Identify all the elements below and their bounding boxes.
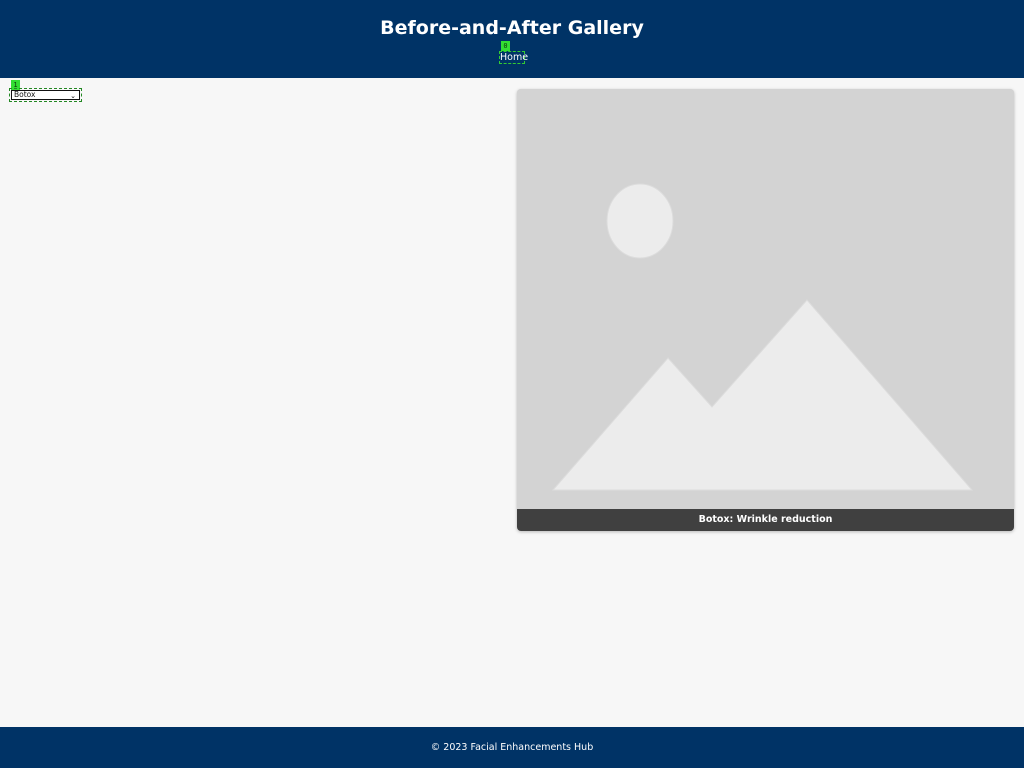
nav-link-home[interactable]: Home xyxy=(499,51,528,64)
footer-copyright: © 2023 Facial Enhancements Hub xyxy=(430,742,594,753)
site-footer: © 2023 Facial Enhancements Hub xyxy=(0,727,1024,768)
gallery-caption: Botox: Wrinkle reduction xyxy=(517,509,1014,531)
element-index-badge: 0 xyxy=(501,41,510,51)
gallery-card[interactable]: Botox: Wrinkle reduction xyxy=(517,89,1014,531)
site-header: Before-and-After Gallery 0 Home xyxy=(0,0,1024,78)
procedure-select[interactable]: Botox ⌄ xyxy=(11,90,80,100)
procedure-select-value: Botox xyxy=(14,90,36,99)
image-placeholder-icon xyxy=(517,89,1014,509)
chevron-down-icon: ⌄ xyxy=(70,92,76,100)
procedure-filter: Botox ⌄ xyxy=(9,88,82,102)
page-title: Before-and-After Gallery xyxy=(380,17,644,39)
